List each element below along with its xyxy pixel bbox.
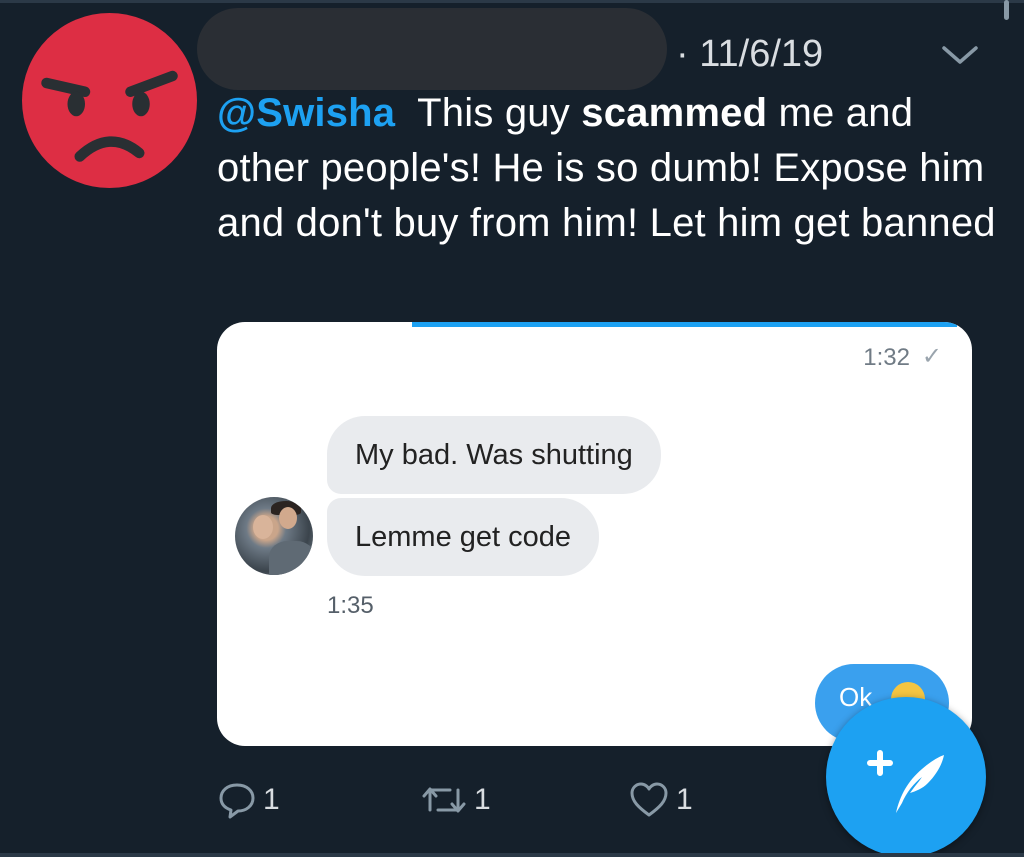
reply-button[interactable]: 1 — [217, 778, 280, 822]
retweet-count: 1 — [474, 783, 491, 816]
redacted-username — [197, 8, 667, 90]
tweet-media-image[interactable]: 1:32 ✓ My bad. Was shutting Lemme get co… — [217, 322, 972, 746]
chevron-down-icon[interactable] — [938, 40, 982, 70]
read-check-icon: ✓ — [921, 343, 942, 370]
bottom-divider — [0, 853, 1024, 857]
chat-bubble: Lemme get code — [327, 498, 600, 576]
media-header-bar — [412, 322, 957, 327]
heart-icon — [630, 782, 668, 817]
scroll-indicator[interactable] — [1004, 0, 1009, 20]
tweet-text: @Swisha This guy scammed me and other pe… — [217, 86, 1007, 251]
message-time-received: 1:35 — [327, 592, 374, 619]
tweet-date[interactable]: · 11/6/19 — [676, 32, 823, 76]
mention-link[interactable]: @Swisha — [217, 91, 395, 135]
compose-tweet-icon — [867, 750, 944, 813]
reply-count: 1 — [263, 783, 280, 816]
like-button[interactable]: 1 — [628, 778, 693, 822]
message-time-top: 1:32 — [863, 344, 910, 371]
retweet-button[interactable]: 1 — [420, 778, 491, 822]
tweet-text-bold: scammed — [581, 91, 768, 135]
compose-tweet-button[interactable] — [826, 697, 986, 857]
like-count: 1 — [676, 783, 693, 816]
reply-icon — [219, 783, 255, 819]
chat-bubble: My bad. Was shutting — [327, 416, 661, 494]
retweet-icon — [422, 787, 466, 813]
tweet-text-part1: This guy — [417, 91, 582, 135]
contact-avatar — [235, 497, 313, 575]
angry-face-emoji-icon[interactable] — [22, 13, 197, 188]
top-divider — [0, 0, 1024, 3]
